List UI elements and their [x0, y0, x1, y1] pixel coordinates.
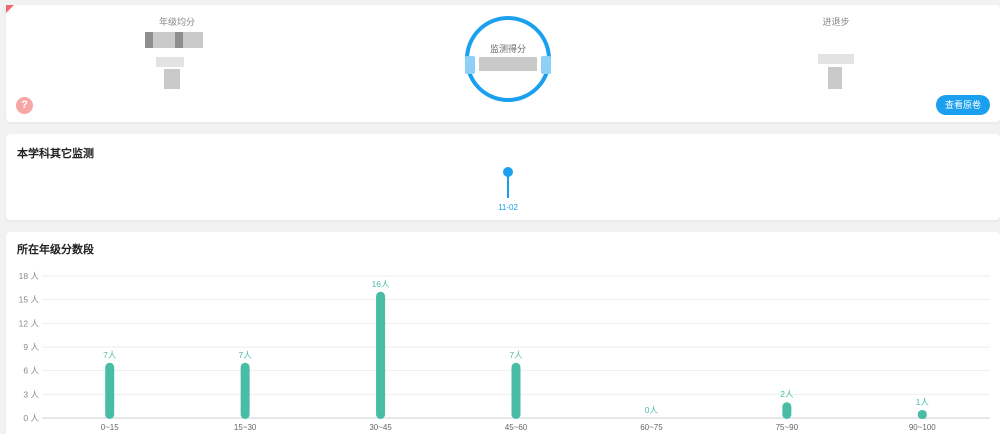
y-tick-label: 3 人 [23, 389, 39, 399]
progress-label: 进退步 [822, 17, 850, 27]
y-tick-label: 9 人 [23, 342, 39, 352]
monitor-score-value-obscured [479, 57, 537, 71]
x-tick-label: 75~90 [776, 423, 799, 432]
x-tick-label: 60~75 [640, 423, 663, 432]
x-tick-label: 90~100 [909, 423, 936, 432]
other-monitoring-card: 本学科其它监测 11-02 [6, 134, 1000, 220]
monitor-score-ring: 监测得分 [465, 16, 551, 102]
distribution-bar-chart: 0 人 3 人 6 人 9 人 12 人 15 人 18 人 7人 0~15 7人 15~30 16人… [19, 271, 990, 432]
bar [240, 362, 250, 419]
bar-value-label: 7人 [103, 350, 117, 360]
x-tick-label: 0~15 [101, 423, 120, 432]
bar [105, 362, 115, 419]
y-tick-label: 0 人 [23, 413, 39, 423]
help-icon[interactable]: ? [16, 97, 33, 114]
bar-value-label: 2人 [780, 389, 794, 399]
bar [376, 291, 386, 419]
distribution-title: 所在年级分数段 [17, 244, 94, 256]
ring-right-tag [541, 56, 551, 74]
x-tick-label: 30~45 [369, 423, 392, 432]
bar [782, 402, 792, 419]
bar-value-label: 7人 [509, 350, 523, 360]
bar [511, 362, 521, 419]
bar-value-label: 1人 [916, 397, 930, 407]
bar [917, 410, 927, 419]
y-tick-label: 15 人 [19, 295, 40, 305]
y-tick-label: 18 人 [19, 271, 40, 281]
bar-value-label: 7人 [239, 350, 253, 360]
bar-value-label: 16人 [372, 279, 390, 289]
monitor-score-label: 监测得分 [489, 44, 526, 54]
x-tick-label: 45~60 [505, 423, 528, 432]
score-distribution-card: 所在年级分数段 0 人 3 人 6 人 9 人 12 人 15 人 18 人 7人 0~15 7人… [6, 232, 1000, 434]
timeline-stem [507, 176, 509, 198]
corner-flag [6, 5, 14, 13]
other-monitoring-title: 本学科其它监测 [17, 148, 94, 160]
x-tick-label: 15~30 [234, 423, 257, 432]
y-tick-label: 12 人 [19, 318, 40, 328]
score-summary-card: 年级均分 监测得分 进退步 ? 查看原卷 [6, 5, 1000, 122]
grade-average-label: 年级均分 [158, 17, 195, 27]
view-original-paper-button[interactable]: 查看原卷 [936, 95, 990, 115]
ring-left-tag [465, 56, 475, 74]
timeline-date[interactable]: 11-02 [488, 203, 528, 212]
y-tick-label: 6 人 [23, 366, 39, 376]
bar-value-label: 0人 [645, 405, 659, 415]
